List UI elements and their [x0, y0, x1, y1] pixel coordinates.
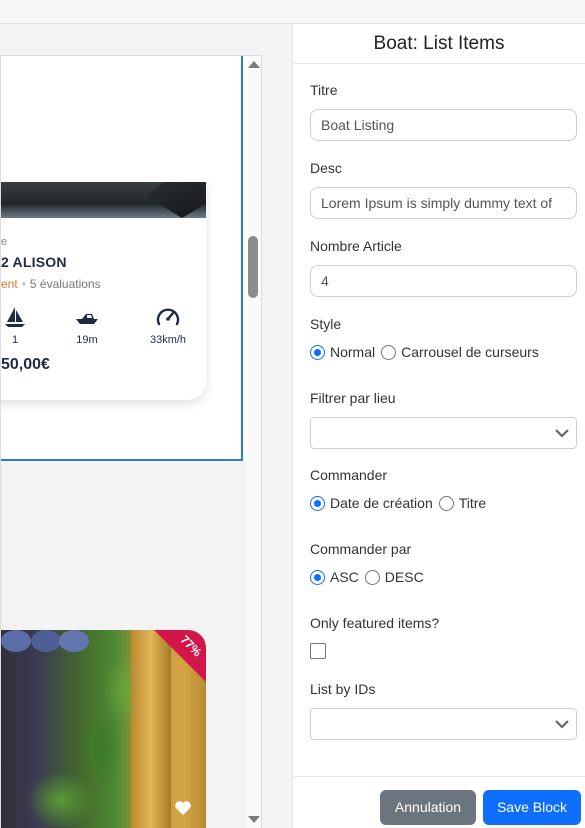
speedometer-icon: [156, 308, 180, 326]
heart-icon[interactable]: [174, 800, 192, 816]
commander-radio-group: Date de création Titre: [310, 495, 492, 511]
radio-normal[interactable]: [310, 344, 325, 360]
feature-speed: 33km/h: [138, 306, 198, 346]
listing-card[interactable]: 77%: [1, 630, 206, 828]
panel-body: Titre Boat Listing Desc Lorem Ipsum is s…: [293, 64, 585, 776]
preview-content: e 2 ALISON ent • 5 évaluations 1 19m 33km/…: [1, 56, 247, 828]
filtrer-lieu-select[interactable]: [310, 417, 577, 449]
filtrer-label: Filtrer par lieu: [310, 390, 396, 406]
desc-input[interactable]: Lorem Ipsum is simply dummy text of: [310, 187, 577, 219]
preview-frame: e 2 ALISON ent • 5 évaluations 1 19m 33km/…: [0, 55, 262, 828]
save-block-button[interactable]: Save Block: [483, 790, 581, 825]
commander-label: Commander: [310, 467, 388, 483]
radio-carrousel[interactable]: [381, 344, 397, 360]
nombre-article-label: Nombre Article: [310, 238, 402, 254]
boat-card-subtitle: e: [1, 236, 8, 248]
chevron-down-icon: [555, 720, 569, 729]
panel-title: Boat: List Items: [293, 24, 585, 64]
feature-value: 33km/h: [149, 334, 187, 346]
boat-card-title[interactable]: 2 ALISON: [1, 254, 67, 270]
desc-label: Desc: [310, 160, 342, 176]
boat-image: [1, 182, 206, 218]
style-radio-group: Normal Carrousel de curseurs: [310, 344, 545, 360]
top-bar: [0, 0, 585, 24]
preview-scrollbar[interactable]: [247, 56, 261, 828]
style-label: Style: [310, 316, 342, 332]
commander-option-titre[interactable]: Titre: [438, 495, 486, 511]
style-option-carrousel[interactable]: Carrousel de curseurs: [381, 344, 539, 360]
reviews-count: 5 évaluations: [29, 277, 101, 291]
commander-par-radio-group: ASC DESC: [310, 569, 430, 585]
block-settings-panel: Boat: List Items Titre Boat Listing Desc…: [292, 24, 585, 828]
style-option-normal[interactable]: Normal: [310, 344, 375, 360]
boat-card[interactable]: e 2 ALISON ent • 5 évaluations 1 19m 33km/…: [1, 182, 206, 400]
listing-image: [1, 630, 206, 828]
panel-footer: Annulation Save Block: [293, 776, 585, 828]
radio-titre[interactable]: [438, 495, 454, 511]
radio-asc[interactable]: [310, 569, 325, 585]
nombre-article-input[interactable]: 4: [310, 265, 577, 297]
feature-value: 19m: [76, 334, 98, 346]
chevron-down-icon: [555, 429, 569, 438]
titre-input[interactable]: Boat Listing: [310, 109, 577, 141]
scroll-down-arrow-icon[interactable]: [248, 816, 260, 823]
feature-cabins: 1: [1, 306, 45, 346]
radio-desc[interactable]: [364, 569, 380, 585]
cancel-button[interactable]: Annulation: [380, 790, 476, 825]
scroll-up-arrow-icon[interactable]: [248, 61, 260, 68]
feature-value: 1: [11, 334, 19, 346]
commander-option-date[interactable]: Date de création: [310, 495, 433, 511]
featured-checkbox[interactable]: [310, 643, 326, 659]
radio-date-creation[interactable]: [310, 495, 325, 511]
speedboat-icon: [76, 314, 98, 324]
commander-par-label: Commander par: [310, 541, 412, 557]
rating-text: ent: [1, 277, 18, 291]
preview-area: e 2 ALISON ent • 5 évaluations 1 19m 33km/…: [0, 24, 292, 828]
order-option-desc[interactable]: DESC: [364, 569, 424, 585]
list-by-ids-label: List by IDs: [310, 681, 376, 697]
order-option-asc[interactable]: ASC: [310, 569, 359, 585]
boat-card-rating: ent • 5 évaluations: [1, 277, 101, 291]
feature-length: 19m: [57, 306, 117, 346]
titre-label: Titre: [310, 82, 338, 98]
list-by-ids-select[interactable]: [310, 708, 577, 740]
boat-card-price: 50,00€: [1, 356, 50, 373]
featured-label: Only featured items?: [310, 615, 440, 631]
scroll-thumb[interactable]: [248, 236, 258, 298]
sailboat-icon: [5, 307, 25, 327]
